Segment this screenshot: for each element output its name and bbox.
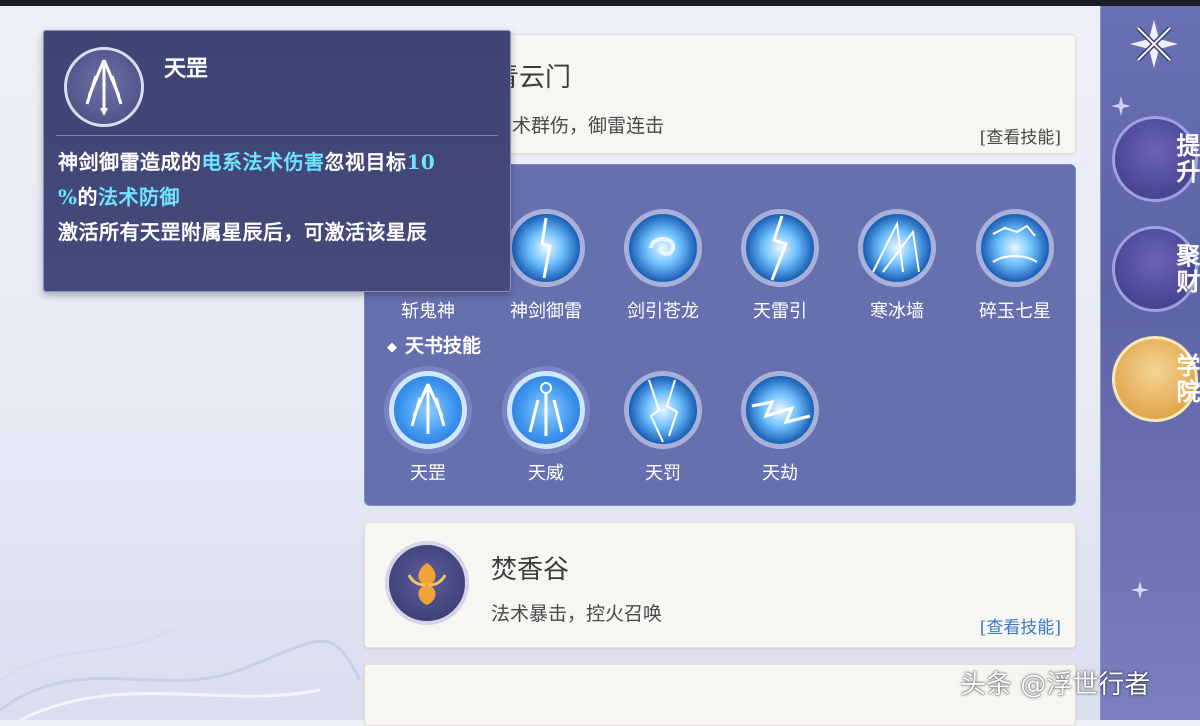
tianjie-icon[interactable] [741,371,819,449]
sparkle-decoration [1131,581,1149,599]
lightning-sword-icon[interactable] [507,209,585,287]
skill-tianjie[interactable]: 天劫 [730,371,830,485]
tianshu-title-text: 天书技能 [405,335,482,357]
tooltip-line-2: %的法术防御 [58,180,504,215]
skill-label: 剑引苍龙 [627,301,699,322]
tianwei-icon[interactable] [507,371,585,449]
text-segment: 神剑御雷造成的 [58,150,202,174]
skill-label: 天劫 [762,463,798,484]
highlight-text: % [58,185,78,209]
academy-button[interactable]: 学院 [1112,336,1200,422]
academy-label: 学院 [1172,353,1200,405]
highlight-text: 10 [406,150,436,174]
tooltip-title: 天罡 [164,56,209,82]
skill-tooltip: 天罡 神剑御雷造成的电系法术伤害忽视目标10 %的法术防御 激活所有天罡附属星辰… [43,30,511,292]
highlight-text: 电系法术伤害 [201,150,325,174]
diamond-icon: ◆ [387,339,397,355]
watermark-text: 头条 @浮世行者 [960,670,1151,700]
close-icon[interactable] [1126,16,1182,72]
skill-label: 天罡 [410,463,446,484]
top-edge [0,0,1200,6]
skill-label: 碎玉七星 [979,301,1051,322]
sect-card-fenxiang[interactable]: 焚香谷 法术暴击，控火召唤 [查看技能] [364,522,1076,648]
dragon-icon[interactable] [624,209,702,287]
ice-wall-icon[interactable] [858,209,936,287]
text-segment: 的 [77,185,99,209]
skill-suiyuqixing[interactable]: 碎玉七星 [965,209,1065,323]
wealth-label: 聚财 [1172,243,1200,295]
sect-description: 法术暴击，控火召唤 [491,603,663,625]
view-skills-link[interactable]: [查看技能] [980,613,1061,638]
sect-description: 法术群伤，御雷连击 [493,115,665,137]
tooltip-description: 神剑御雷造成的电系法术伤害忽视目标10 %的法术防御 激活所有天罡附属星辰后，可… [58,145,504,250]
sparkle-decoration [1111,96,1131,116]
skill-label: 天威 [528,463,564,484]
skill-tianleiyin[interactable]: 天雷引 [730,209,830,323]
tiangang-icon[interactable] [389,371,467,449]
highlight-text: 法术防御 [98,185,181,209]
view-skills-link[interactable]: [查看技能] [980,123,1061,148]
skill-hanbingqiang[interactable]: 寒冰墙 [847,209,947,323]
skill-label: 神剑御雷 [510,301,582,322]
seven-stars-icon[interactable] [976,209,1054,287]
text-segment: 忽视目标 [324,150,407,174]
skill-label: 天罚 [645,463,681,484]
divider [56,135,498,136]
tiangang-sword-icon [64,47,144,127]
skill-tianwei[interactable]: 天威 [496,371,596,485]
upgrade-label: 提升 [1172,133,1200,185]
wealth-button[interactable]: 聚财 [1112,226,1200,312]
upgrade-button[interactable]: 提升 [1112,116,1200,202]
skill-jianyincanglong[interactable]: 剑引苍龙 [613,209,713,323]
skill-tiangang[interactable]: 天罡 [378,371,478,485]
thunder-icon[interactable] [741,209,819,287]
skill-label: 斩鬼神 [401,301,455,322]
skill-tianfa[interactable]: 天罚 [613,371,713,485]
tooltip-line-1: 神剑御雷造成的电系法术伤害忽视目标10 [58,145,504,180]
phoenix-emblem-icon [385,541,469,625]
sect-title: 焚香谷 [491,555,570,585]
skill-label: 天雷引 [753,301,807,322]
tianshu-section-title: ◆ 天书技能 [387,331,481,358]
skill-label: 寒冰墙 [870,301,924,322]
tooltip-line-3: 激活所有天罡附属星辰后，可激活该星辰 [58,220,427,244]
skill-shenjianyulei[interactable]: 神剑御雷 [496,209,596,323]
tianfa-icon[interactable] [624,371,702,449]
